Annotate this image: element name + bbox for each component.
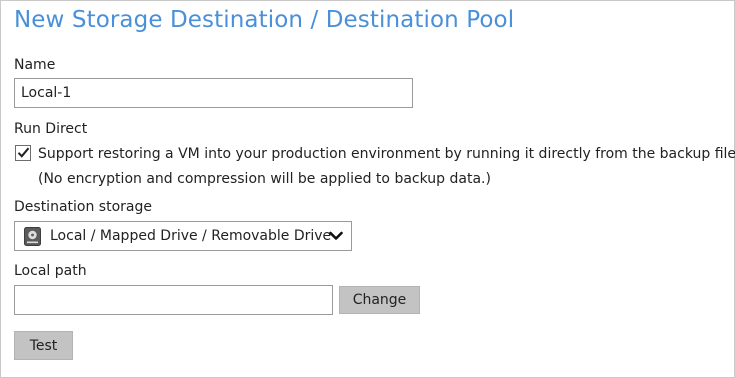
run-direct-checkbox-label[interactable]: Support restoring a VM into your product…: [38, 146, 735, 162]
local-path-input[interactable]: [14, 285, 333, 315]
chevron-down-icon: [329, 231, 343, 240]
name-input[interactable]: [14, 78, 413, 108]
run-direct-checkbox[interactable]: [15, 145, 31, 161]
change-button[interactable]: Change: [339, 286, 420, 314]
page-title: New Storage Destination / Destination Po…: [14, 7, 515, 33]
run-direct-label: Run Direct: [14, 121, 88, 137]
destination-storage-select[interactable]: Local / Mapped Drive / Removable Drive: [14, 221, 352, 251]
run-direct-note: (No encryption and compression will be a…: [38, 171, 491, 187]
name-label: Name: [14, 57, 56, 73]
local-path-label: Local path: [14, 263, 87, 279]
destination-storage-value: Local / Mapped Drive / Removable Drive: [50, 228, 332, 244]
destination-storage-label: Destination storage: [14, 199, 152, 215]
dialog-panel: New Storage Destination / Destination Po…: [0, 0, 735, 378]
hard-drive-icon: [24, 227, 41, 246]
checkmark-icon: [17, 147, 30, 158]
test-button[interactable]: Test: [14, 331, 73, 360]
